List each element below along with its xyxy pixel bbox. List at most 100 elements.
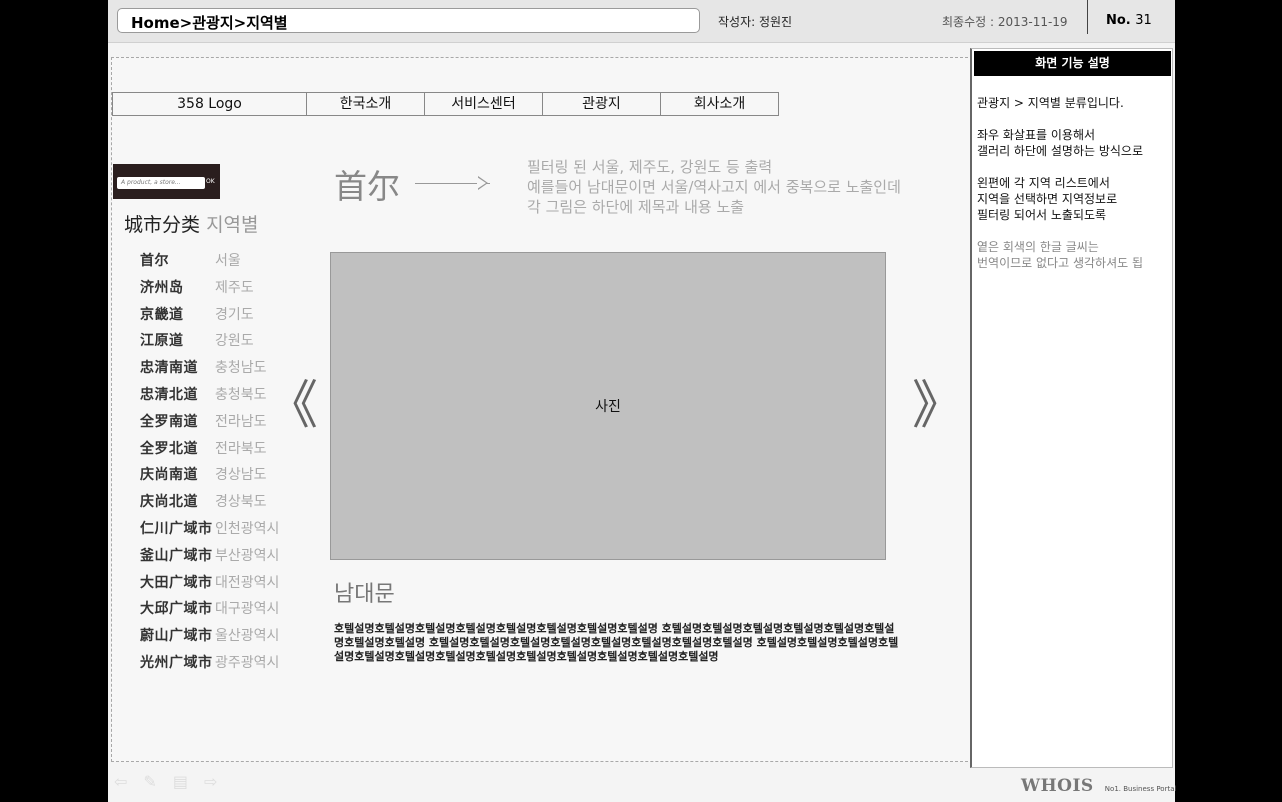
- region-name-zh: 全罗北道: [140, 440, 198, 457]
- search-input[interactable]: A product, a store...: [117, 177, 205, 189]
- nav-item-company-intro[interactable]: 회사소개: [660, 92, 779, 116]
- region-item[interactable]: 济州岛 제주도: [140, 277, 279, 304]
- region-name-ko: 대구광역시: [215, 601, 280, 618]
- region-category-title: 城市分类 지역별: [124, 210, 259, 237]
- panel-text: 옅은 회색의 한글 글씨는: [977, 240, 1099, 254]
- region-name-ko: 울산광역시: [215, 628, 280, 645]
- region-item[interactable]: 江原道 강원도: [140, 330, 279, 357]
- brand-name: WHOIS: [1021, 776, 1094, 796]
- panel-text: 번역이므로 없다고 생각하셔도 됩: [977, 256, 1144, 270]
- storyboard-sheet: Home>관광지>지역별 작성자: 정원진 최종수정 : 2013-11-19 …: [108, 0, 1176, 802]
- page-number: No. 31: [1106, 13, 1152, 28]
- region-list: 首尔 서울 济州岛 제주도 京畿道 경기도 江原道 강원도 忠清南道 충청남도 忠清北道 충…: [140, 250, 279, 679]
- nav-logo[interactable]: 358 Logo: [112, 92, 307, 116]
- region-item[interactable]: 仁川广域市 인천광역시: [140, 518, 279, 545]
- region-name-zh: 济州岛: [140, 279, 184, 296]
- search-ok-button[interactable]: OK: [206, 178, 215, 185]
- region-name-zh: 大田广域市: [140, 574, 213, 591]
- next-chevron-icon[interactable]: 》: [912, 380, 964, 432]
- breadcrumb-box: Home>관광지>지역별: [117, 8, 700, 33]
- region-name-zh: 江原道: [140, 333, 184, 350]
- region-name-zh: 忠清北道: [140, 386, 198, 403]
- region-name-zh: 京畿道: [140, 306, 184, 323]
- annotation-line: 각 그림은 하단에 제목과 내용 노출: [527, 198, 745, 216]
- region-item[interactable]: 庆尚南道 경상남도: [140, 464, 279, 491]
- panel-text: 갤러리 하단에 설명하는 방식으로: [977, 144, 1144, 158]
- region-name-zh: 仁川广域市: [140, 520, 213, 537]
- region-item[interactable]: 光州广域市 광주광역시: [140, 652, 279, 679]
- annotation-arrow-icon: [477, 176, 488, 190]
- panel-title: 화면 기능 설명: [974, 51, 1171, 76]
- category-title-ko: 지역별: [206, 214, 259, 236]
- region-name-ko: 서울: [215, 253, 241, 269]
- region-name-ko: 경상북도: [215, 494, 267, 511]
- region-name-ko: 경상남도: [215, 467, 267, 484]
- region-name-zh: 首尔: [140, 253, 169, 269]
- region-name-zh: 大邱广域市: [140, 601, 213, 618]
- breadcrumb: Home>관광지>지역별: [131, 14, 288, 32]
- region-item[interactable]: 庆尚北道 경상북도: [140, 491, 279, 518]
- region-name-ko: 경기도: [215, 306, 254, 323]
- last-updated-label: 최종수정 : 2013-11-19: [942, 15, 1068, 29]
- region-name-zh: 釜山广域市: [140, 547, 213, 564]
- search-widget: A product, a store... OK: [113, 164, 220, 199]
- nav-item-tourist-spots[interactable]: 관광지: [542, 92, 661, 116]
- region-name-ko: 전라북도: [215, 440, 267, 457]
- nav-item-korea-intro[interactable]: 한국소개: [306, 92, 425, 116]
- brand-logo: WHOIS No1. Business Portal: [1021, 776, 1176, 796]
- region-name-ko: 강원도: [215, 333, 254, 350]
- panel-body: 관광지 > 지역별 분류입니다. 좌우 화살표를 이용해서갤러리 하단에 설명하…: [977, 95, 1173, 287]
- region-item[interactable]: 首尔 서울: [140, 250, 279, 277]
- back-arrow-icon[interactable]: ⇦: [114, 772, 127, 791]
- prev-chevron-icon[interactable]: 《: [266, 380, 318, 432]
- menu-icon[interactable]: ▤: [173, 772, 188, 791]
- document-header: Home>관광지>지역별 작성자: 정원진 최종수정 : 2013-11-19 …: [108, 0, 1175, 43]
- region-name-ko: 광주광역시: [215, 654, 280, 671]
- region-name-zh: 庆尚南道: [140, 467, 198, 484]
- photo-placeholder: 사진: [330, 252, 886, 560]
- region-item[interactable]: 蔚山广域市 울산광역시: [140, 625, 279, 652]
- annotation-line: 예를들어 남대문이면 서울/역사고지 에서 중복으로 노출인데: [527, 178, 901, 196]
- function-description-panel: 화면 기능 설명 관광지 > 지역별 분류입니다. 좌우 화살표를 이용해서갤러…: [970, 48, 1173, 768]
- region-item[interactable]: 全罗南道 전라남도: [140, 411, 279, 438]
- region-item[interactable]: 京畿道 경기도: [140, 304, 279, 331]
- region-item[interactable]: 忠清南道 충청남도: [140, 357, 279, 384]
- forward-arrow-icon[interactable]: ⇨: [204, 772, 217, 791]
- region-name-zh: 庆尚北道: [140, 494, 198, 511]
- region-name-ko: 대전광역시: [215, 574, 280, 591]
- top-navigation: 358 Logo 한국소개 서비스센터 관광지 회사소개: [112, 92, 779, 116]
- place-title: 남대문: [334, 582, 395, 607]
- panel-text: 좌우 화살표를 이용해서: [977, 128, 1096, 142]
- annotation-line: 필터링 된 서울, 제주도, 강원도 등 출력: [527, 158, 773, 176]
- panel-text: 필터링 되어서 노출되도록: [977, 208, 1107, 222]
- region-item[interactable]: 大邱广域市 대구광역시: [140, 598, 279, 625]
- region-name-ko: 제주도: [215, 279, 254, 296]
- region-name-ko: 인천광역시: [215, 520, 280, 537]
- region-item[interactable]: 忠清北道 충청북도: [140, 384, 279, 411]
- panel-text: 왼편에 각 지역 리스트에서: [977, 176, 1110, 190]
- header-divider: [1087, 0, 1088, 34]
- place-description: 호텔설명호텔설명호텔설명호텔설명호텔설명호텔설명호텔설명호텔설명 호텔설명호텔설…: [334, 622, 899, 663]
- region-name-ko: 충청북도: [215, 386, 267, 403]
- region-item[interactable]: 大田广域市 대전광역시: [140, 572, 279, 599]
- nav-item-service-center[interactable]: 서비스센터: [424, 92, 543, 116]
- region-name-zh: 全罗南道: [140, 413, 198, 430]
- region-item[interactable]: 釜山广域市 부산광역시: [140, 545, 279, 572]
- photo-label: 사진: [595, 399, 621, 415]
- region-name-zh: 忠清南道: [140, 360, 198, 377]
- panel-text: 지역을 선택하면 지역정보로: [977, 192, 1118, 206]
- brand-tagline: No1. Business Portal: [1104, 785, 1177, 793]
- panel-text: 관광지 > 지역별 분류입니다.: [977, 96, 1124, 110]
- region-name-zh: 光州广域市: [140, 654, 213, 671]
- category-title-zh: 城市分类: [124, 214, 201, 236]
- wireframe-canvas: 358 Logo 한국소개 서비스센터 관광지 회사소개 A product, …: [111, 57, 973, 762]
- region-name-ko: 충청남도: [215, 360, 267, 377]
- region-item[interactable]: 全罗北道 전라북도: [140, 438, 279, 465]
- pen-icon[interactable]: ✎: [143, 772, 156, 791]
- region-name-zh: 蔚山广域市: [140, 628, 213, 645]
- city-heading: 首尔: [334, 167, 400, 206]
- page-number-value: 31: [1135, 13, 1152, 28]
- region-name-ko: 전라남도: [215, 413, 267, 430]
- page-number-label: No.: [1106, 13, 1131, 28]
- author-label: 작성자: 정원진: [718, 15, 793, 29]
